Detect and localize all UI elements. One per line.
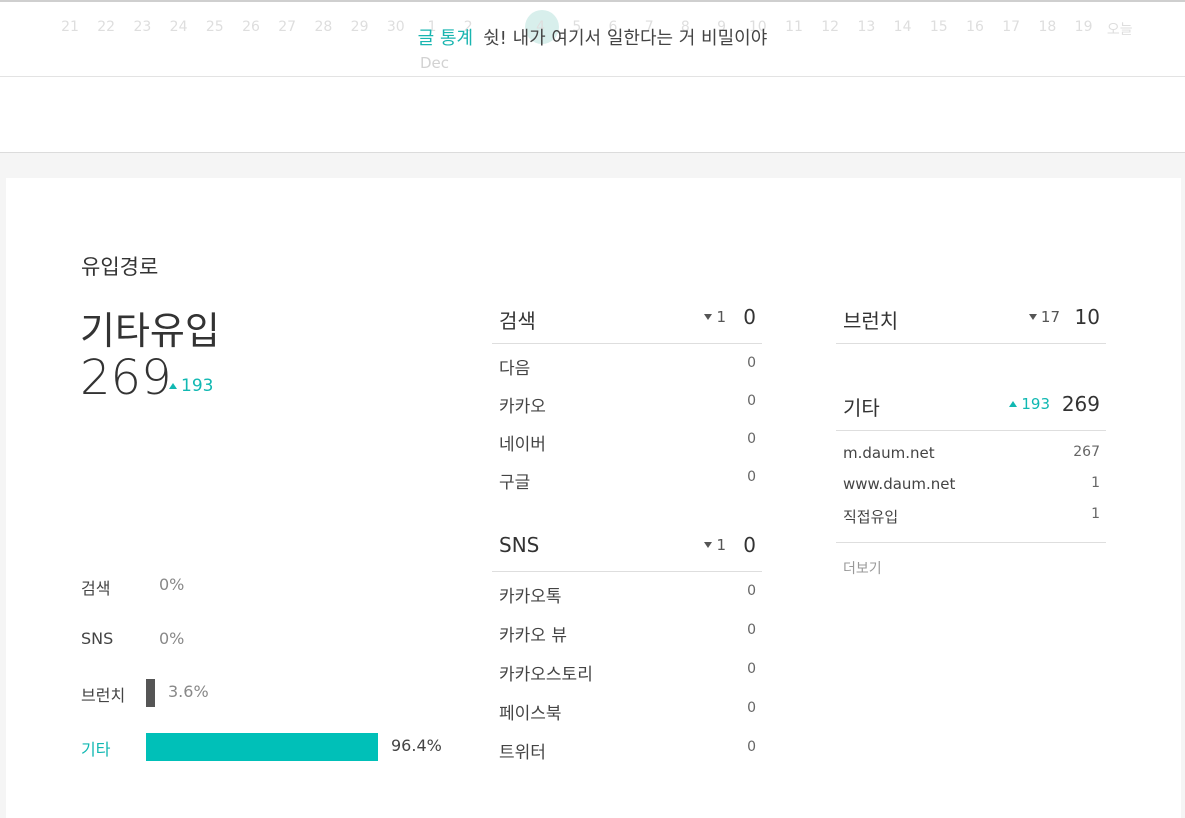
page-title-text: 쉿! 내가 여기서 일한다는 거 비밀이야 (483, 28, 768, 49)
list-item: 트위터 0 (492, 728, 762, 767)
row-value: 0 (747, 583, 756, 599)
inflow-card: 유입경로 기타유입 269 193 검색 0% SNS 0% 브런치 3.6% … (6, 178, 1181, 818)
delta-value: 1 (716, 308, 726, 326)
group-label: 검색 (499, 309, 536, 333)
group-brunch: 브런치 17 10 (836, 295, 1106, 344)
row-label: 트위터 (499, 743, 546, 763)
selected-source-label: 기타유입 (80, 309, 220, 353)
down-arrow-icon (1028, 314, 1037, 320)
dist-bar (146, 679, 155, 707)
selected-source-delta: 193 (169, 376, 213, 396)
more-link[interactable]: 더보기 (843, 558, 882, 578)
row-value: 1 (1091, 475, 1100, 491)
dist-percent: 96.4% (391, 736, 442, 755)
row-label: 카카오스토리 (499, 665, 593, 685)
row-value: 267 (1073, 444, 1100, 460)
list-item: 다음 0 (492, 344, 762, 382)
group-delta: 1 (704, 308, 726, 326)
row-label: 카카오 뷰 (499, 626, 567, 646)
list-item: 네이버 0 (492, 420, 762, 458)
group-total: 0 (743, 533, 756, 557)
row-value: 0 (747, 355, 756, 371)
up-arrow-icon (169, 383, 177, 389)
group-label: SNS (499, 533, 540, 557)
row-label: m.daum.net (843, 444, 935, 462)
more-divider (836, 542, 1106, 543)
list-item: 구글 0 (492, 458, 762, 496)
dist-percent: 0% (159, 629, 185, 648)
group-delta: 17 (1028, 308, 1060, 326)
dist-row-brunch[interactable]: 브런치 3.6% (81, 678, 461, 708)
up-arrow-icon (1009, 401, 1018, 407)
delta-value: 17 (1040, 308, 1060, 326)
list-item: www.daum.net 1 (836, 467, 1106, 498)
delta-value: 193 (1021, 395, 1050, 413)
row-label: www.daum.net (843, 475, 956, 493)
row-value: 0 (747, 393, 756, 409)
group-delta: 1 (704, 536, 726, 554)
dist-label: SNS (81, 629, 114, 648)
group-header[interactable]: 기타 193 269 (836, 382, 1106, 431)
down-arrow-icon (704, 542, 713, 548)
group-delta: 193 (1009, 395, 1050, 413)
row-label: 직접유입 (843, 508, 899, 526)
dist-label: 검색 (81, 579, 111, 598)
group-label: 기타 (843, 396, 880, 420)
list-item: m.daum.net 267 (836, 436, 1106, 467)
dist-percent: 3.6% (168, 682, 209, 701)
down-arrow-icon (704, 314, 713, 320)
group-label: 브런치 (843, 309, 899, 333)
row-value: 0 (747, 622, 756, 638)
header-divider (0, 76, 1185, 77)
delta-value: 1 (716, 536, 726, 554)
dist-row-search[interactable]: 검색 0% (81, 571, 461, 601)
dist-label: 기타 (81, 740, 111, 759)
group-header[interactable]: SNS 1 0 (492, 523, 762, 572)
row-label: 페이스북 (499, 704, 562, 724)
section-title: 유입경로 (81, 255, 159, 279)
list-item: 카카오 0 (492, 382, 762, 420)
group-sns: SNS 1 0 카카오톡 0 카카오 뷰 0 카카오스토리 0 페이스북 0 트위터 0 (492, 523, 762, 767)
dist-bar (146, 733, 378, 761)
list-item: 카카오 뷰 0 (492, 611, 762, 650)
dist-label: 브런치 (81, 686, 126, 705)
page-title: 글 통계 쉿! 내가 여기서 일한다는 거 비밀이야 (0, 24, 1185, 50)
dist-row-etc[interactable]: 기타 96.4% (81, 732, 461, 762)
selected-source-value: 269 (80, 350, 172, 406)
row-value: 0 (747, 700, 756, 716)
row-value: 0 (747, 469, 756, 485)
month-label: Dec (420, 54, 450, 72)
group-total: 10 (1074, 305, 1100, 329)
dist-percent: 0% (159, 575, 185, 594)
page-title-accent: 글 통계 (417, 28, 474, 49)
row-label: 구글 (499, 473, 531, 493)
row-label: 네이버 (499, 435, 546, 455)
row-label: 카카오톡 (499, 587, 562, 607)
list-item: 직접유입 1 (836, 498, 1106, 529)
group-total: 0 (743, 305, 756, 329)
list-item: 페이스북 0 (492, 689, 762, 728)
stats-header: 21 22 23 24 25 26 27 28 29 30 1 2 4 5 6 7 8 9 10 11 12 13 14 15… (0, 0, 1185, 153)
group-total: 269 (1061, 392, 1100, 416)
group-header[interactable]: 브런치 17 10 (836, 295, 1106, 344)
group-etc: 기타 193 269 m.daum.net 267 www.daum.net 1 직… (836, 382, 1106, 529)
row-label: 다음 (499, 359, 531, 379)
list-item: 카카오톡 0 (492, 572, 762, 611)
row-label: 카카오 (499, 397, 546, 417)
delta-value: 193 (181, 376, 214, 396)
dist-row-sns[interactable]: SNS 0% (81, 625, 461, 655)
row-value: 1 (1091, 506, 1100, 522)
row-value: 0 (747, 739, 756, 755)
row-value: 0 (747, 661, 756, 677)
group-search: 검색 1 0 다음 0 카카오 0 네이버 0 구글 0 (492, 295, 762, 496)
group-header[interactable]: 검색 1 0 (492, 295, 762, 344)
list-item: 카카오스토리 0 (492, 650, 762, 689)
row-value: 0 (747, 431, 756, 447)
